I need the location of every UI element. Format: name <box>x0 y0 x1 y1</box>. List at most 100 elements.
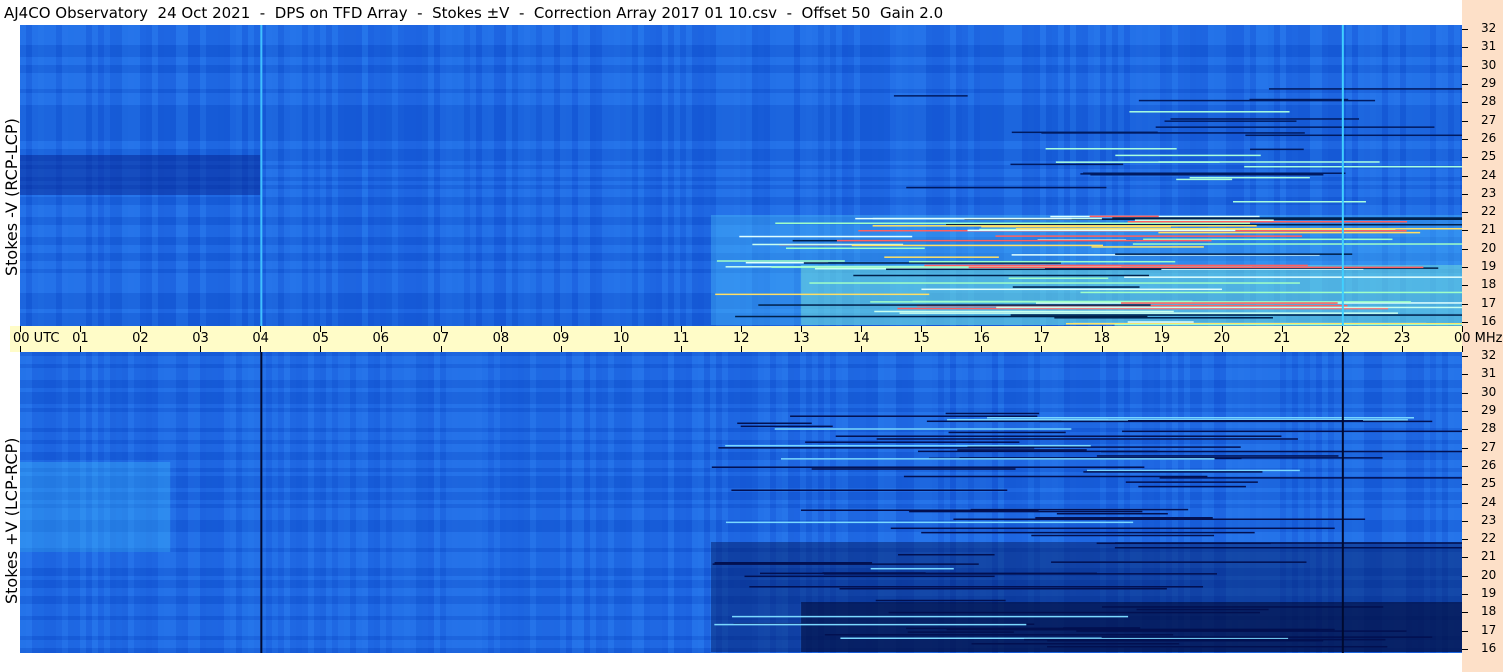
top-ylabel: Stokes -V (RCP-LCP) <box>2 118 21 276</box>
dark-line <box>781 458 1215 460</box>
freq-tick-label: 29 <box>1481 75 1497 90</box>
dark-line <box>1136 608 1269 611</box>
time-tick-label: 14 <box>853 331 870 346</box>
burst-line <box>758 304 1151 306</box>
dark-line <box>875 599 1006 602</box>
burst-line <box>884 256 999 258</box>
burst-line <box>1010 314 1462 316</box>
burst-line <box>968 266 1424 269</box>
burst-line <box>853 274 1150 277</box>
burst-line <box>1244 165 1503 168</box>
burst-line <box>1124 276 1462 278</box>
burst-line <box>1011 131 1158 134</box>
vertical-line-22 <box>1341 352 1344 653</box>
time-tick-mark <box>1221 326 1223 332</box>
freq-tick-label: 28 <box>1481 421 1497 436</box>
burst-line <box>1091 246 1204 248</box>
time-tick-mark <box>140 326 142 332</box>
freq-tick-mark <box>1462 102 1468 104</box>
dark-line <box>811 468 1016 470</box>
dark-line <box>971 643 1180 645</box>
burst-line <box>809 282 1300 284</box>
burst-line <box>739 235 913 238</box>
burst-line <box>1127 221 1408 223</box>
time-tick-mark <box>1281 326 1283 332</box>
burst-line <box>1268 88 1489 90</box>
time-tick-label: 11 <box>672 331 690 346</box>
freq-tick-mark <box>1462 612 1468 614</box>
burst-line <box>995 235 1303 237</box>
freq-tick-label: 30 <box>1481 384 1497 399</box>
time-tick-mark <box>560 326 562 332</box>
time-tick-label: 15 <box>913 331 930 346</box>
dark-line <box>870 567 954 570</box>
dark-line <box>890 527 1335 530</box>
burst-line <box>716 260 845 262</box>
freq-tick-mark <box>1462 175 1468 177</box>
freq-tick-label: 27 <box>1481 112 1497 127</box>
dark-line <box>987 417 1414 419</box>
freq-tick-label: 32 <box>1481 348 1497 362</box>
freq-tick-label: 22 <box>1481 531 1497 546</box>
dark-line <box>888 611 1260 614</box>
burst-line <box>1164 120 1297 122</box>
time-tick-label: 02 <box>132 331 149 346</box>
burst-line <box>855 217 1072 220</box>
time-tick-label: 16 <box>973 331 990 346</box>
time-tick-mark <box>500 326 502 332</box>
burst-line <box>893 95 968 97</box>
dark-line <box>946 628 1335 631</box>
dark-line <box>839 587 1167 590</box>
light-band <box>20 462 171 552</box>
time-tick-label: 05 <box>312 331 329 346</box>
vertical-line-22 <box>1341 25 1344 326</box>
burst-line <box>1054 317 1273 319</box>
dark-line <box>1039 420 1433 423</box>
time-tick-mark <box>981 326 983 332</box>
burst-line <box>996 306 1462 309</box>
time-tick-label: 22 <box>1333 331 1351 346</box>
freq-tick-label: 22 <box>1481 204 1497 219</box>
bottom-ylabel: Stokes +V (LCP-RCP) <box>2 437 21 604</box>
freq-tick-label: 26 <box>1481 457 1497 472</box>
dark-line <box>1159 477 1462 479</box>
dark-line <box>1031 534 1215 537</box>
dark-line <box>744 575 995 578</box>
dark-line <box>749 586 1204 588</box>
burst-line <box>1015 228 1462 230</box>
freq-tick-mark <box>1462 447 1468 449</box>
dark-line <box>903 475 1208 478</box>
dark-line <box>957 449 1087 451</box>
freq-tick-label: 23 <box>1481 512 1497 527</box>
freq-tick-mark <box>1462 29 1468 30</box>
time-tick-mark <box>1462 346 1463 352</box>
time-tick-mark <box>320 326 322 332</box>
burst-line <box>1045 147 1177 150</box>
freq-tick-label: 20 <box>1481 567 1497 582</box>
burst-line <box>924 264 1308 267</box>
dark-line <box>1056 512 1168 515</box>
dark-line <box>1047 645 1388 648</box>
freq-tick-mark <box>1462 138 1468 140</box>
burst-line <box>906 186 1107 189</box>
dark-line <box>947 418 1109 421</box>
dark-line <box>732 615 1129 618</box>
burst-line <box>912 300 1193 303</box>
time-tick-mark <box>1341 326 1343 332</box>
time-tick-mark <box>1101 326 1103 332</box>
time-tick-mark <box>1161 326 1163 332</box>
freq-tick-label: 26 <box>1481 130 1497 145</box>
dark-line <box>1138 485 1246 488</box>
dark-line <box>970 508 1189 511</box>
burst-line <box>1010 163 1124 166</box>
vertical-line-04 <box>260 25 263 326</box>
dark-line <box>1076 630 1407 632</box>
bottom-spectrogram <box>20 352 1466 656</box>
burst-line <box>836 239 1212 242</box>
freq-tick-label: 18 <box>1481 604 1497 619</box>
freq-tick-label: 32 <box>1481 21 1497 35</box>
dark-line <box>1086 469 1300 472</box>
burst-line <box>1055 161 1220 163</box>
freq-tick-label: 16 <box>1481 641 1497 655</box>
freq-tick-mark <box>1462 47 1468 49</box>
